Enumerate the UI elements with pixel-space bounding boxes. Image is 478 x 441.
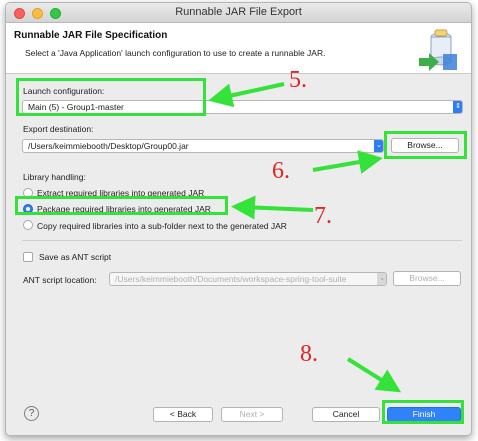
page-description: Select a 'Java Application' launch confi… bbox=[25, 48, 326, 58]
highlight-package-option bbox=[15, 196, 228, 215]
step-7-label: 7. bbox=[314, 203, 332, 229]
copy-libraries-radio[interactable] bbox=[23, 220, 33, 230]
wizard-header: Runnable JAR File Specification Select a… bbox=[6, 23, 471, 74]
save-ant-script-checkbox[interactable] bbox=[23, 252, 33, 262]
highlight-finish-button bbox=[382, 400, 464, 424]
combo-arrow-icon[interactable]: ⇕ bbox=[453, 101, 462, 113]
export-dialog-window: Runnable JAR File Export Runnable JAR Fi… bbox=[5, 2, 472, 436]
step-6-label: 6. bbox=[272, 158, 290, 184]
combo-arrow-icon[interactable]: ⌄ bbox=[374, 140, 383, 152]
cancel-button[interactable]: Cancel bbox=[312, 407, 380, 422]
highlight-launch-config bbox=[16, 78, 206, 116]
ant-location-value: /Users/keimmiebooth/Documents/workspace-… bbox=[115, 274, 347, 284]
export-destination-combo[interactable]: /Users/keimmiebooth/Desktop/Group00.jar … bbox=[22, 139, 384, 153]
ant-location-label: ANT script location: bbox=[23, 275, 97, 285]
combo-arrow-icon[interactable]: ⌄ bbox=[377, 273, 386, 285]
window-title: Runnable JAR File Export bbox=[175, 6, 302, 18]
page-title: Runnable JAR File Specification bbox=[14, 30, 168, 41]
export-destination-label: Export destination: bbox=[23, 124, 94, 134]
highlight-browse-button bbox=[384, 131, 467, 159]
step-8-label: 8. bbox=[300, 341, 318, 367]
next-button[interactable]: Next > bbox=[221, 407, 283, 422]
ant-location-combo[interactable]: /Users/keimmiebooth/Documents/workspace-… bbox=[109, 272, 387, 286]
library-handling-label: Library handling: bbox=[23, 172, 86, 182]
save-ant-script-label: Save as ANT script bbox=[39, 252, 112, 262]
export-destination-value: /Users/keimmiebooth/Desktop/Group00.jar bbox=[28, 141, 189, 151]
section-divider bbox=[22, 240, 462, 241]
step-5-label: 5. bbox=[289, 67, 307, 93]
help-icon[interactable]: ? bbox=[24, 406, 39, 421]
back-button[interactable]: < Back bbox=[153, 407, 213, 422]
wizard-jar-icon bbox=[419, 29, 457, 71]
title-bar: Runnable JAR File Export bbox=[6, 3, 471, 23]
copy-libraries-label: Copy required libraries into a sub-folde… bbox=[37, 221, 287, 231]
ant-browse-button[interactable]: Browse... bbox=[393, 271, 461, 286]
